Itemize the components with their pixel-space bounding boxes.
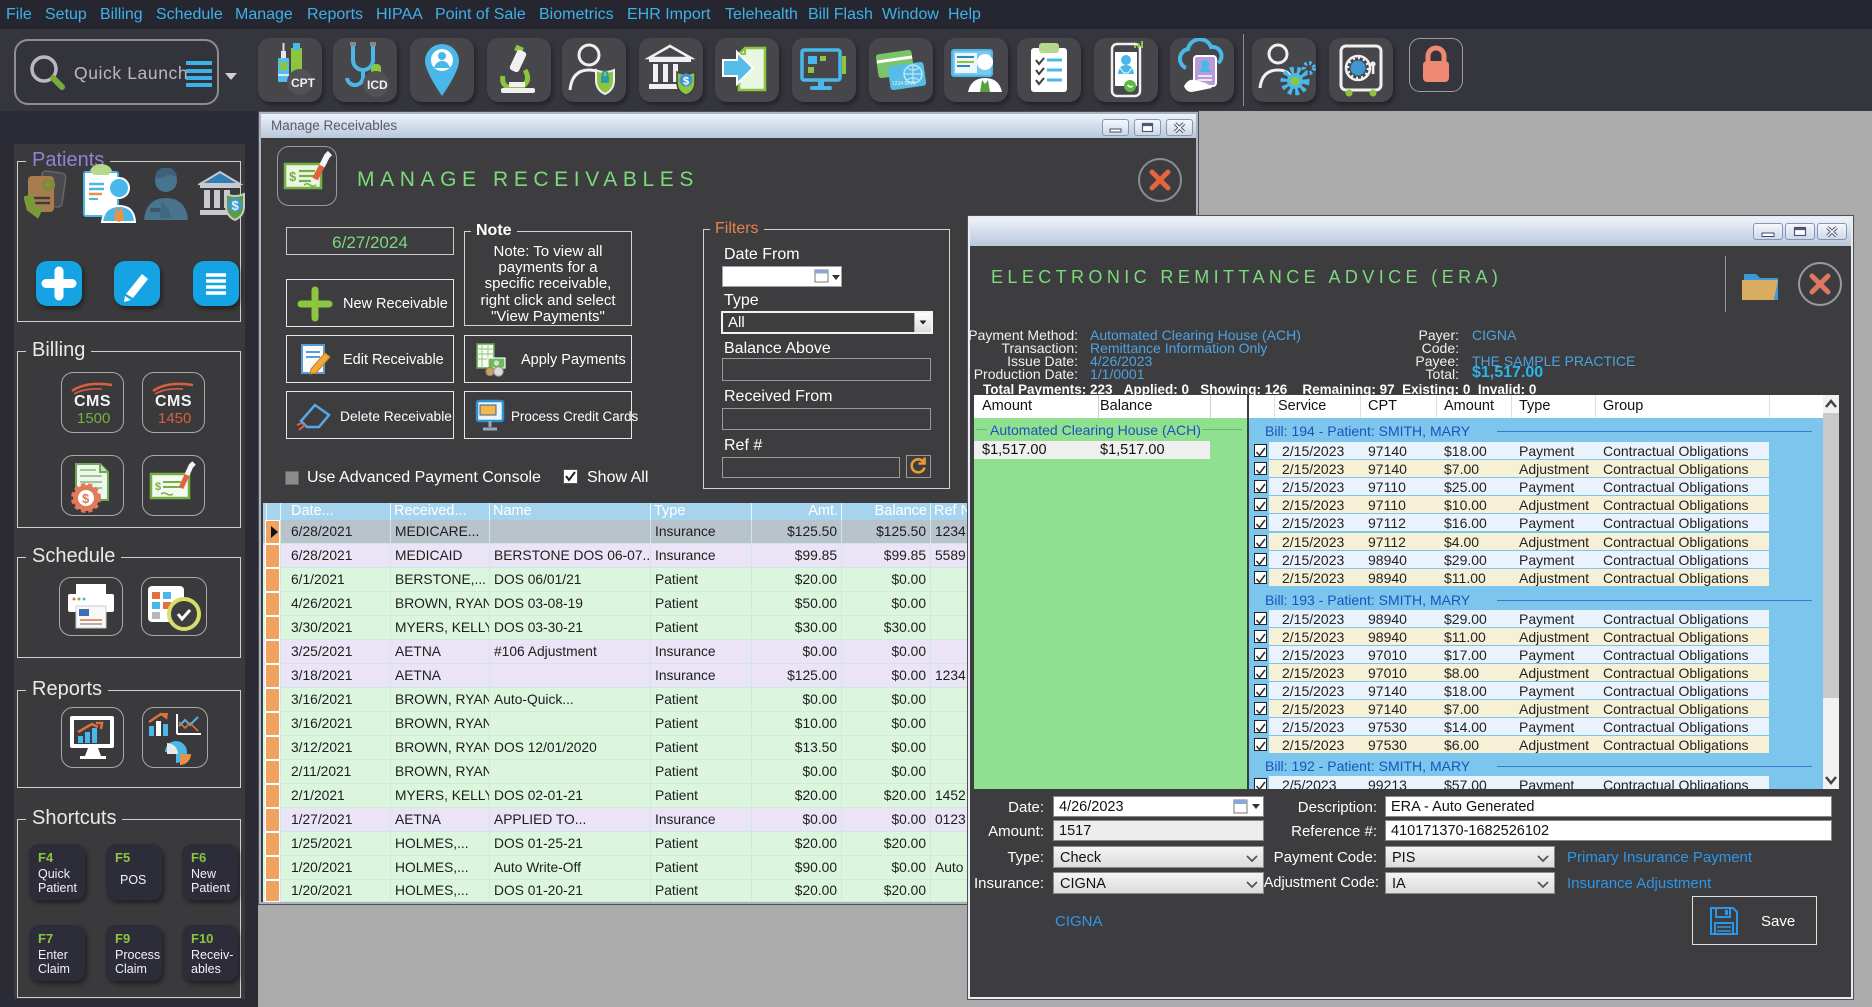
svg-text:1500: 1500	[77, 410, 110, 427]
svg-text:$: $	[232, 198, 240, 213]
svg-text:$: $	[683, 76, 689, 88]
svg-text:CPT: CPT	[291, 76, 316, 90]
svg-text:1234 5678: 1234 5678	[892, 81, 916, 87]
svg-text:$: $	[82, 491, 90, 506]
svg-text:$: $	[155, 481, 161, 493]
svg-text:CMS: CMS	[74, 393, 111, 410]
svg-text:CMS: CMS	[155, 393, 192, 410]
svg-text:$: $	[289, 169, 297, 184]
svg-text:ICD: ICD	[367, 78, 388, 92]
svg-text:1450: 1450	[158, 410, 191, 427]
